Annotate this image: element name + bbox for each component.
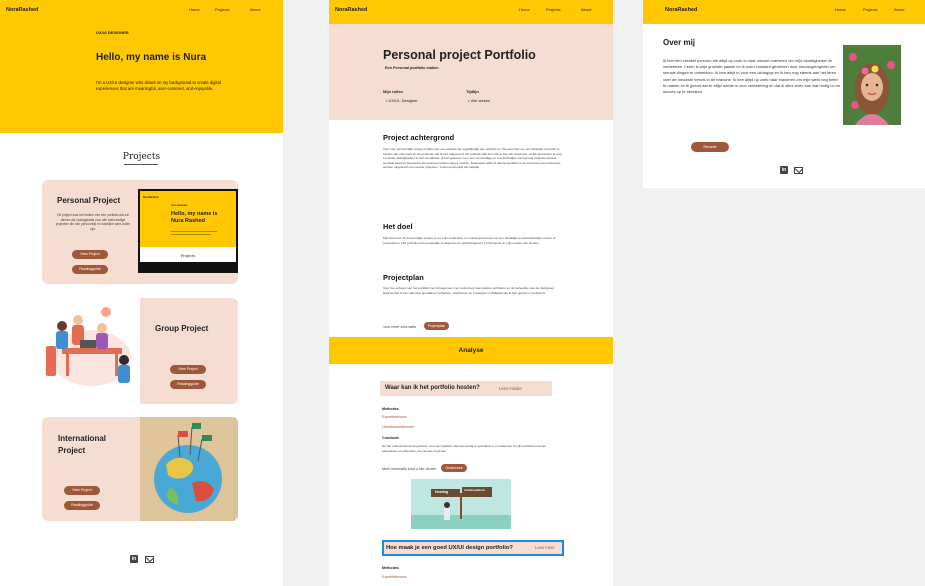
site-logo[interactable]: NoraRashed [665,7,697,13]
hero-title: Hello, my name is Nura [96,52,207,63]
onderzoek-button[interactable]: Onderzoek [441,464,467,472]
site-logo[interactable]: NoraRashed [6,7,38,13]
group-readingguide-button[interactable]: Readingguide [170,380,206,389]
timeline-label: Tijdlijn [466,89,479,94]
personal-view-project-button[interactable]: View Project [72,250,108,259]
group-project-illustration [42,298,140,404]
project-header [329,24,613,120]
about-page-panel: NoraRashed Home Projects About Over mij … [643,0,925,188]
section-goal-text: Mijn doel met dit persoonlijke project i… [383,236,556,245]
mockup-eyebrow: UX/UI DESIGNER [171,205,188,207]
timeline-value: • Vier weken [468,98,491,103]
hero-eyebrow: UX/UI DESIGNER [96,30,129,35]
accordion-portfolio-link[interactable]: Lees meer [535,545,555,550]
sign-right-text: Another platform [464,489,486,492]
personal-project-text: Dit project was het maken van een portfo… [55,213,131,231]
section-plan-text: Voor het ontwerp van het portfolio ben i… [383,286,555,295]
globe-photo [140,417,238,521]
resume-button[interactable]: Resume [691,142,729,152]
hero-section [0,0,283,133]
roles-label: Mijn rollen [383,89,403,94]
section-background-title: Project achtergrond [383,133,455,142]
read-more-label: Voor meer informatie [383,325,417,329]
project-title: Personal project Portfolio [383,48,536,62]
analysis-title: Analyse [458,347,484,354]
profile-photo [843,45,901,125]
conclusion-text: Na het onderzoek heb ik gekozen voor een… [382,444,547,453]
timeline-value-text: Vier weken [470,98,491,103]
more-info-label: Meer informatie kunt u hier vinden [382,467,437,471]
mockup-logo: NoraRashed [143,196,159,199]
project-subtitle: Een Personal portfolio maken [385,66,439,70]
nav-about[interactable]: About [250,7,260,12]
home-page-panel: NoraRashed Home Projects About UX/UI DES… [0,0,283,586]
nav-projects[interactable]: Projects [863,7,877,12]
linkedin-icon[interactable]: in [130,555,138,563]
nav-home[interactable]: Home [189,7,200,12]
projects-heading-underline [124,164,158,165]
group-project-title: Group Project [155,324,209,333]
nav-projects[interactable]: Projects [215,7,229,12]
section-background-text: Voor mijn persoonlijke project hebben we… [383,147,562,170]
personal-readingguide-button[interactable]: Readingguide [72,265,108,274]
site-logo[interactable]: NoraRashed [335,7,367,13]
international-readingguide-button[interactable]: Readingguide [64,501,100,510]
portfolio-mockup: NoraRashed UX/UI DESIGNER Hello, my name… [138,189,238,273]
method-expert-link-2[interactable]: Expertinterview [382,575,407,579]
hero-text: I'm a UX/UI designer who draws on my bac… [96,80,221,91]
accordion-hosting-link[interactable]: Lees minder [499,386,522,391]
nav-home[interactable]: Home [519,7,530,12]
international-view-project-button[interactable]: View Project [64,486,100,495]
group-view-project-button[interactable]: View Project [170,365,206,374]
international-project-title: International Project [58,434,107,455]
nav-home[interactable]: Home [835,7,846,12]
section-goal-title: Het doel [383,222,413,231]
mockup-projects: Projects [180,254,196,258]
projectplan-button[interactable]: Projectplan [424,322,449,330]
projects-heading: Projects [122,152,161,162]
personal-project-title: Personal Project [57,196,121,205]
sign-left-text: Hosting [435,490,449,494]
accordion-hosting-title: Waar kan ik het portfolio hosten? [385,385,480,391]
mockup-title: Hello, my name is Nura Rashed [171,211,218,224]
roles-value: • UX/UI- Designer [386,98,418,103]
nav-about[interactable]: About [581,7,591,12]
conclusion-label: Conclusie [382,436,400,440]
method-expert-link[interactable]: Expertinterview [382,415,407,419]
crossroads-illustration: Hosting Another platform [411,479,511,529]
method-literature-link[interactable]: Literatuuronderzoek [382,425,414,429]
navbar [329,0,613,24]
about-title: Over mij [663,38,696,47]
mail-icon[interactable] [145,556,154,563]
methods-label-2: Methodes [382,566,399,570]
roles-value-text: UX/UI- Designer [388,98,418,103]
mail-icon[interactable] [794,167,803,174]
about-text: Ik ben een creatief persoon die altijd o… [663,58,840,95]
nav-about[interactable]: About [894,7,904,12]
linkedin-icon[interactable]: in [780,166,788,174]
project-page-panel: NoraRashed Home Projects About Personal … [329,0,613,586]
methods-label: Methodes [382,407,399,411]
nav-projects[interactable]: Projects [546,7,560,12]
accordion-portfolio-title: Hoe maak je een goed UX/UI design portfo… [386,545,513,551]
section-plan-title: Projectplan [383,273,424,282]
